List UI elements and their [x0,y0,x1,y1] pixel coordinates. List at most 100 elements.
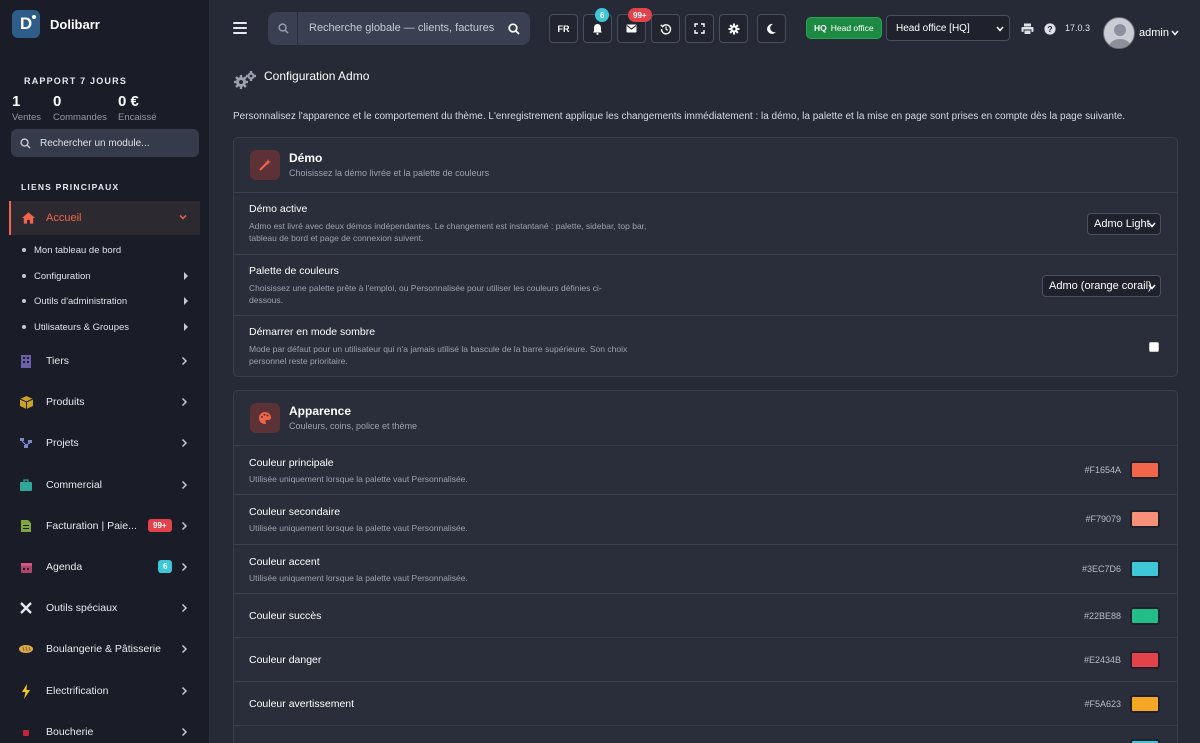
user-avatar-icon [1109,24,1131,48]
history-button[interactable] [651,14,680,43]
app-root: D Dolibarr RAPPORT 7 JOURS 1 Ventes 0 Co… [0,0,1200,743]
setting-row-dark-mode: Démarrer en mode sombre Mode par défaut … [234,316,1177,376]
invoice-icon [18,518,34,534]
sidebar-item-label: Produits [46,396,85,408]
language-label: FR [557,23,570,34]
color-swatch-secondary[interactable] [1130,510,1160,528]
sidebar-item-projets[interactable]: Projets [18,432,190,454]
sidebar-subitem-configuration[interactable]: Configuration [22,268,190,284]
appearance-card-subtitle: Couleurs, coins, police et thème [289,421,418,431]
chevron-right-icon [181,356,188,366]
language-button[interactable]: FR [549,14,578,43]
subitem-label: Mon tableau de bord [34,244,122,256]
global-search-input[interactable]: Recherche globale — clients, factures [268,12,530,45]
setting-label: Démarrer en mode sombre [249,326,376,338]
active-demo-select[interactable]: Admo Light [1087,213,1161,235]
sidebar-item-boulangerie[interactable]: Boulangerie & Pâtisserie [18,638,190,660]
palette-icon [250,403,280,433]
envelope-icon [626,24,637,33]
dark-mode-checkbox[interactable] [1149,342,1159,352]
version-label: 17.0.3 [1065,23,1091,33]
appearance-card-title: Apparence [289,404,352,418]
report-title: RAPPORT 7 JOURS [24,76,128,86]
sidebar-subitem-dashboard[interactable]: Mon tableau de bord [22,242,190,258]
sidebar-item-boucherie[interactable]: Boucherie [18,721,190,743]
color-swatch-accent[interactable] [1130,560,1160,578]
module-search-input[interactable]: Rechercher un module... [11,129,199,157]
avatar[interactable] [1103,17,1135,49]
message-count-badge: 99+ [628,8,652,22]
fullscreen-button[interactable] [685,14,714,43]
entity-select[interactable]: Head office [HQ] [886,15,1010,41]
stat-label: Encaissé [118,112,157,123]
search-icon [278,23,289,34]
page-intro: Personnalisez l'apparence et le comporte… [233,111,1126,122]
print-icon[interactable] [1021,23,1034,35]
settings-button[interactable] [719,14,748,43]
sidebar-item-commercial[interactable]: Commercial [18,474,190,496]
sidebar-item-label: Commercial [46,479,103,491]
building-icon [18,353,34,369]
sidebar-item-agenda[interactable]: Agenda 6 [18,556,190,578]
color-swatch-primary[interactable] [1130,461,1160,479]
bolt-icon [18,683,34,699]
sidebar-item-produits[interactable]: Produits [18,391,190,413]
stat-value: 0 [53,93,62,110]
color-swatch-danger[interactable] [1130,651,1160,669]
active-demo-value: Admo Light [1094,218,1150,230]
chevron-right-icon [181,480,188,490]
chevron-right-icon [181,686,188,696]
color-swatch-next[interactable] [1130,739,1160,743]
help-icon[interactable]: ? [1044,23,1056,35]
search-submit-icon[interactable] [508,23,520,35]
color-row-next [234,726,1177,743]
palette-select[interactable]: Admo (orange corail) [1042,275,1161,297]
color-swatch-success[interactable] [1130,607,1160,625]
sidebar-item-tiers[interactable]: Tiers [18,350,190,372]
hq-entity-badge[interactable]: HQ Head office [806,17,882,39]
gear-icon [728,23,739,34]
sidebar-item-electrification[interactable]: Electrification [18,680,190,702]
sidebar-item-facturation[interactable]: Facturation | Paie... 99+ [18,515,190,537]
subitem-label: Configuration [34,270,91,282]
bread-icon [18,641,34,657]
chevron-right-icon [181,438,188,448]
setting-label: Couleur principale [249,457,334,469]
setting-description: Admo est livré avec deux démos indépenda… [249,221,647,243]
color-swatch-warning[interactable] [1130,695,1160,713]
brand[interactable]: D Dolibarr [12,10,100,38]
color-row-success: Couleur succès #22BE88 [234,594,1177,638]
chevron-down-icon[interactable] [1171,30,1179,36]
setting-row-palette: Palette de couleurs Choisissez une palet… [234,255,1177,316]
briefcase-icon [18,477,34,493]
sidebar-subitem-admin-tools[interactable]: Outils d'administration [22,293,190,309]
dark-mode-toggle[interactable] [757,14,786,43]
sidebar-item-outils-speciaux[interactable]: Outils spéciaux [18,597,190,619]
setting-label: Couleur avertissement [249,698,355,710]
sidebar-item-label: Boulangerie & Pâtisserie [46,643,161,655]
setting-description: Utilisée uniquement lorsque la palette v… [249,573,468,583]
setting-label: Couleur secondaire [249,506,341,518]
user-name[interactable]: admin [1139,27,1169,39]
color-row-warning: Couleur avertissement #F5A623 [234,682,1177,726]
subitem-label: Outils d'administration [34,295,128,307]
setting-row-active-demo: Démo active Admo est livré avec deux dém… [234,193,1177,255]
sidebar-item-label: Accueil [46,212,82,224]
tools-icon [18,600,34,616]
sidebar-subitem-users-groups[interactable]: Utilisateurs & Groupes [22,319,190,335]
chevron-right-icon [181,521,188,531]
brand-name: Dolibarr [50,16,100,32]
entity-select-value: Head office [HQ] [896,22,970,34]
box-icon [18,394,34,410]
sidebar-item-accueil[interactable]: Accueil [9,201,200,235]
meat-icon [18,724,34,740]
setting-label: Couleur succès [249,610,322,622]
magic-wand-icon [250,150,280,180]
stat-value: 1 [12,93,21,110]
color-row-accent: Couleur accent Utilisée uniquement lorsq… [234,545,1177,594]
calendar-icon [18,559,34,575]
menu-toggle-button[interactable] [233,22,247,34]
stat-label: Commandes [53,112,107,123]
stat-orders: 0 Commandes [53,93,107,123]
stat-collected: 0 € Encaissé [118,93,157,123]
